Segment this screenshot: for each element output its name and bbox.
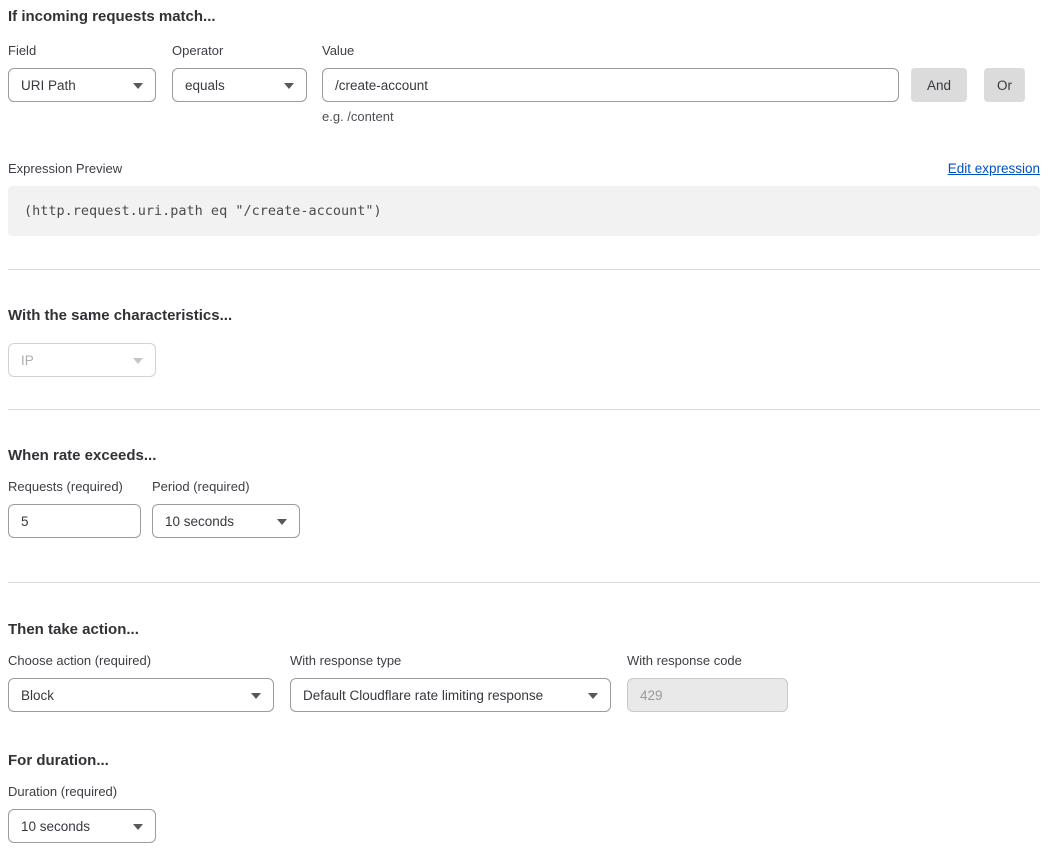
response-code-label: With response code (627, 653, 788, 669)
chevron-down-icon (133, 358, 143, 364)
duration-select[interactable]: 10 seconds (8, 809, 156, 843)
section-heading-rate: When rate exceeds... (8, 447, 1040, 465)
operator-group: Operator equals (172, 43, 307, 102)
rate-limiting-rule-form: If incoming requests match... Field URI … (0, 0, 1048, 851)
field-group: Field URI Path (8, 43, 156, 102)
chevron-down-icon (133, 824, 143, 830)
value-input[interactable] (322, 68, 899, 102)
choose-action-label: Choose action (required) (8, 653, 274, 669)
operator-select-value: equals (185, 78, 225, 93)
choose-action-select[interactable]: Block (8, 678, 274, 712)
section-take-action: Then take action... Choose action (requi… (8, 583, 1040, 712)
period-select-value: 10 seconds (165, 514, 234, 529)
action-controls-row: Choose action (required) Block With resp… (8, 653, 1040, 712)
choose-action-select-value: Block (21, 688, 54, 703)
section-incoming-requests-match: If incoming requests match... Field URI … (8, 8, 1040, 236)
section-heading-duration: For duration... (8, 752, 1040, 770)
response-type-select[interactable]: Default Cloudflare rate limiting respons… (290, 678, 611, 712)
match-controls-row: Field URI Path Operator equals Value e.g… (8, 43, 1040, 125)
chevron-down-icon (133, 83, 143, 89)
response-type-select-value: Default Cloudflare rate limiting respons… (303, 688, 543, 703)
response-type-label: With response type (290, 653, 611, 669)
section-rate-exceeds: When rate exceeds... Requests (required)… (8, 410, 1040, 538)
section-heading-characteristics: With the same characteristics... (8, 307, 1040, 325)
section-heading-match: If incoming requests match... (8, 8, 1040, 26)
chevron-down-icon (588, 693, 598, 699)
response-type-group: With response type Default Cloudflare ra… (290, 653, 611, 712)
requests-label: Requests (required) (8, 479, 141, 495)
duration-select-value: 10 seconds (21, 819, 90, 834)
section-for-duration: For duration... Duration (required) 10 s… (8, 712, 1040, 843)
response-code-group: With response code (627, 653, 788, 712)
response-code-input (627, 678, 788, 712)
chevron-down-icon (277, 519, 287, 525)
requests-input[interactable] (8, 504, 141, 538)
expression-preview-header: Expression Preview Edit expression (8, 161, 1040, 177)
edit-expression-link[interactable]: Edit expression (948, 161, 1040, 177)
value-helper-text: e.g. /content (322, 109, 899, 125)
chevron-down-icon (251, 693, 261, 699)
field-select-value: URI Path (21, 78, 76, 93)
and-or-buttons: And Or (899, 68, 1040, 102)
field-select[interactable]: URI Path (8, 68, 156, 102)
value-label: Value (322, 43, 899, 59)
section-same-characteristics: With the same characteristics... IP (8, 270, 1040, 377)
period-label: Period (required) (152, 479, 300, 495)
expression-text: (http.request.uri.path eq "/create-accou… (24, 203, 382, 219)
expression-preview-box: (http.request.uri.path eq "/create-accou… (8, 186, 1040, 236)
and-button[interactable]: And (911, 68, 967, 102)
section-heading-action: Then take action... (8, 621, 1040, 639)
field-label: Field (8, 43, 156, 59)
duration-group: Duration (required) 10 seconds (8, 784, 1040, 843)
duration-label: Duration (required) (8, 784, 1040, 800)
value-group: Value e.g. /content (322, 43, 899, 125)
rate-controls-row: Requests (required) Period (required) 10… (8, 479, 1040, 538)
chevron-down-icon (284, 83, 294, 89)
operator-label: Operator (172, 43, 307, 59)
operator-select[interactable]: equals (172, 68, 307, 102)
choose-action-group: Choose action (required) Block (8, 653, 274, 712)
or-button[interactable]: Or (984, 68, 1025, 102)
characteristic-select-value: IP (21, 353, 34, 368)
requests-group: Requests (required) (8, 479, 141, 538)
period-select[interactable]: 10 seconds (152, 504, 300, 538)
characteristic-select: IP (8, 343, 156, 377)
period-group: Period (required) 10 seconds (152, 479, 300, 538)
expression-preview-label: Expression Preview (8, 161, 122, 177)
